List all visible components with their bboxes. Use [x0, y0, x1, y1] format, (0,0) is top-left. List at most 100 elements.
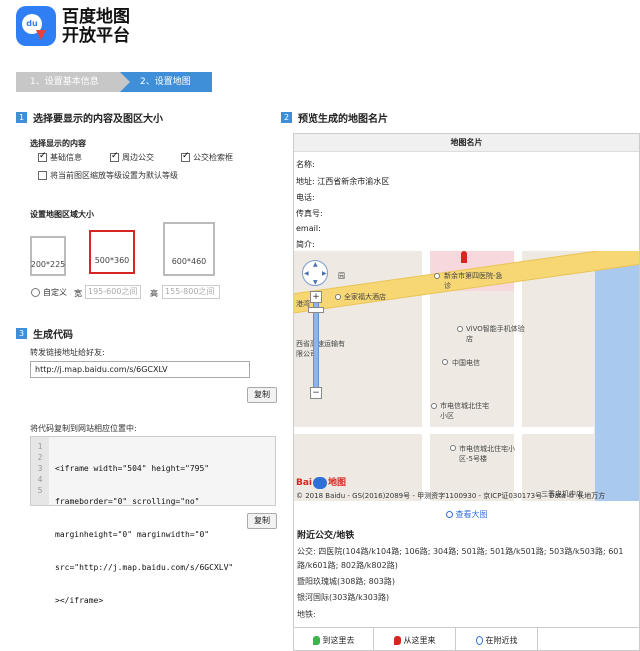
tab-label: 从这里来: [403, 636, 436, 645]
card-fax: 传真号:: [296, 209, 323, 218]
bus-line-row: 暨阳玖瑰城(308路; 803路): [297, 577, 396, 586]
checkbox-box[interactable]: [38, 171, 47, 180]
step-arrow: [120, 72, 130, 92]
section-title: 预览生成的地图名片: [298, 114, 388, 125]
poi-icon: [450, 445, 456, 451]
from-here-icon: [393, 636, 401, 645]
baidu-map-watermark: Bai 地图: [296, 475, 346, 489]
poi-icon: [335, 294, 341, 300]
checkbox-box[interactable]: [181, 151, 190, 162]
map-pan-control[interactable]: ▲ ▼ ◀ ▶: [302, 260, 328, 286]
zoom-slider-handle[interactable]: [308, 307, 324, 313]
checkbox-nearby-bus[interactable]: 周边公交: [110, 151, 154, 163]
section-number: 2: [281, 112, 292, 123]
poi-vivo[interactable]: ViVO智能手机体验店: [466, 324, 526, 344]
size-option-label: 500*360: [94, 255, 130, 265]
zoom-slider[interactable]: [313, 303, 319, 387]
tab-go-here[interactable]: 到这里去: [294, 628, 374, 650]
tab-from-here[interactable]: 从这里来: [374, 628, 456, 650]
pin-icon: [36, 30, 46, 40]
code-line: ></iframe>: [55, 596, 104, 605]
size-option-medium[interactable]: 500*360: [89, 230, 135, 274]
step-basic-info[interactable]: 1、设置基本信息: [16, 72, 120, 92]
card-title: 地图名片: [294, 134, 639, 152]
custom-size-radio[interactable]: 自定义: [31, 287, 67, 298]
checkbox-basic-info[interactable]: 基础信息: [38, 151, 82, 163]
size-option-small[interactable]: 200*225: [30, 236, 66, 276]
tab-label: 在附近找: [485, 636, 518, 645]
checkbox-box[interactable]: [38, 151, 47, 162]
go-here-icon: [312, 636, 320, 645]
map-copyright: © 2018 Baidu - GS(2016)2089号 - 甲测资字11009…: [296, 492, 606, 500]
bus-line-row: 公交: 四医院(104路/k104路; 106路; 304路; 501路; 50…: [297, 547, 624, 556]
checkbox-bus-search[interactable]: 公交检索框: [181, 151, 233, 163]
poi-telecom-north[interactable]: 市电信城北住宅小区: [440, 401, 490, 421]
poi-icon: [442, 359, 448, 365]
checkbox-label: 周边公交: [122, 153, 154, 162]
poi-transport[interactable]: 西省高速运输有限公司: [296, 339, 348, 359]
code-label: 将代码复制到网站相应位置中:: [30, 424, 137, 433]
checkbox-default-zoom[interactable]: 将当前图区缩放等级设置为默认等级: [38, 170, 178, 181]
poi-icon: [457, 326, 463, 332]
step-bar: 1、设置基本信息 2、设置地图: [16, 72, 212, 92]
code-line-numbers: 1 2 3 4 5: [31, 437, 49, 505]
height-input[interactable]: 155-800之间: [162, 285, 220, 299]
section-generate-code-header: 3 生成代码: [16, 326, 73, 341]
view-large-map-link[interactable]: 查看大图: [294, 509, 639, 520]
baidu-logo-text: Bai: [296, 478, 313, 488]
logo-text-line1: 百度地图: [62, 7, 130, 27]
card-phone: 电话:: [296, 193, 315, 202]
logo-text-line2: 开放平台: [62, 26, 130, 46]
content-label: 选择显示的内容: [30, 139, 86, 148]
baidu-map-logo: du 百度地图 开放平台: [16, 6, 146, 50]
width-input[interactable]: 195-600之间: [85, 285, 141, 299]
map-view[interactable]: 新余市第四医院-急诊 全家福大酒店 ViVO智能手机体验店 中国电信 市电信城北…: [294, 251, 639, 501]
poi-park[interactable]: 园: [338, 271, 345, 281]
paw-icon: [313, 476, 328, 489]
copy-link-button[interactable]: 复制: [247, 387, 277, 403]
code-line: <iframe width="504" height="795": [55, 464, 210, 473]
card-email: email:: [296, 224, 321, 233]
checkbox-label: 基础信息: [50, 153, 82, 162]
checkbox-label: 公交检索框: [193, 153, 233, 162]
tab-search-nearby[interactable]: 在附近找: [456, 628, 538, 650]
baidu-logo-text2: 地图: [328, 478, 347, 488]
poi-building-5[interactable]: 市电信城北住宅小区-5号楼: [459, 444, 521, 464]
map-road: [294, 427, 594, 434]
poi-telecom[interactable]: 中国电信: [452, 358, 480, 368]
step-set-map[interactable]: 2、设置地图: [120, 72, 212, 92]
share-url-input[interactable]: http://j.map.baidu.com/s/6GCXLV: [30, 361, 250, 378]
embed-code-box[interactable]: 1 2 3 4 5 <iframe width="504" height="79…: [30, 436, 276, 605]
poi-hotel[interactable]: 全家福大酒店: [344, 292, 386, 302]
size-option-label: 200*225: [30, 259, 66, 269]
tab-label: 到这里去: [322, 636, 355, 645]
radio-label: 自定义: [43, 288, 67, 297]
location-marker-icon[interactable]: [461, 251, 467, 263]
card-address: 地址: 江西省新余市渝水区: [296, 177, 390, 186]
section-number: 1: [16, 112, 27, 123]
zoom-out-button[interactable]: −: [310, 387, 322, 399]
map-river: [595, 251, 639, 501]
code-line: marginheight="0" marginwidth="0": [55, 530, 210, 539]
height-label: 高: [150, 289, 158, 298]
section-title: 生成代码: [33, 330, 73, 341]
size-label: 设置地图区域大小: [30, 210, 94, 219]
poi-icon: [434, 273, 440, 279]
zoom-in-button[interactable]: +: [310, 291, 322, 303]
checkbox-box[interactable]: [110, 151, 119, 162]
nearby-transit-title: 附近公交/地铁: [297, 531, 355, 541]
share-link-label: 转发链接地址给好友:: [30, 348, 105, 357]
code-text[interactable]: <iframe width="504" height="795" framebo…: [55, 441, 273, 628]
size-option-large[interactable]: 600*460: [163, 222, 215, 276]
search-icon: [475, 636, 483, 645]
subway-row: 地铁:: [297, 610, 316, 619]
section-title: 选择要显示的内容及图区大小: [33, 114, 163, 125]
radio-dot[interactable]: [31, 288, 40, 297]
code-line: frameborder="0" scrolling="no": [55, 497, 200, 506]
poi-icon: [431, 403, 437, 409]
copy-code-button[interactable]: 复制: [247, 513, 277, 529]
bus-line-row: 路/k601路; 802路/k802路): [297, 561, 398, 570]
section-choose-content-header: 1 选择要显示的内容及图区大小: [16, 110, 163, 125]
poi-hospital[interactable]: 新余市第四医院-急诊: [444, 271, 504, 291]
view-big-label: 查看大图: [455, 510, 488, 519]
